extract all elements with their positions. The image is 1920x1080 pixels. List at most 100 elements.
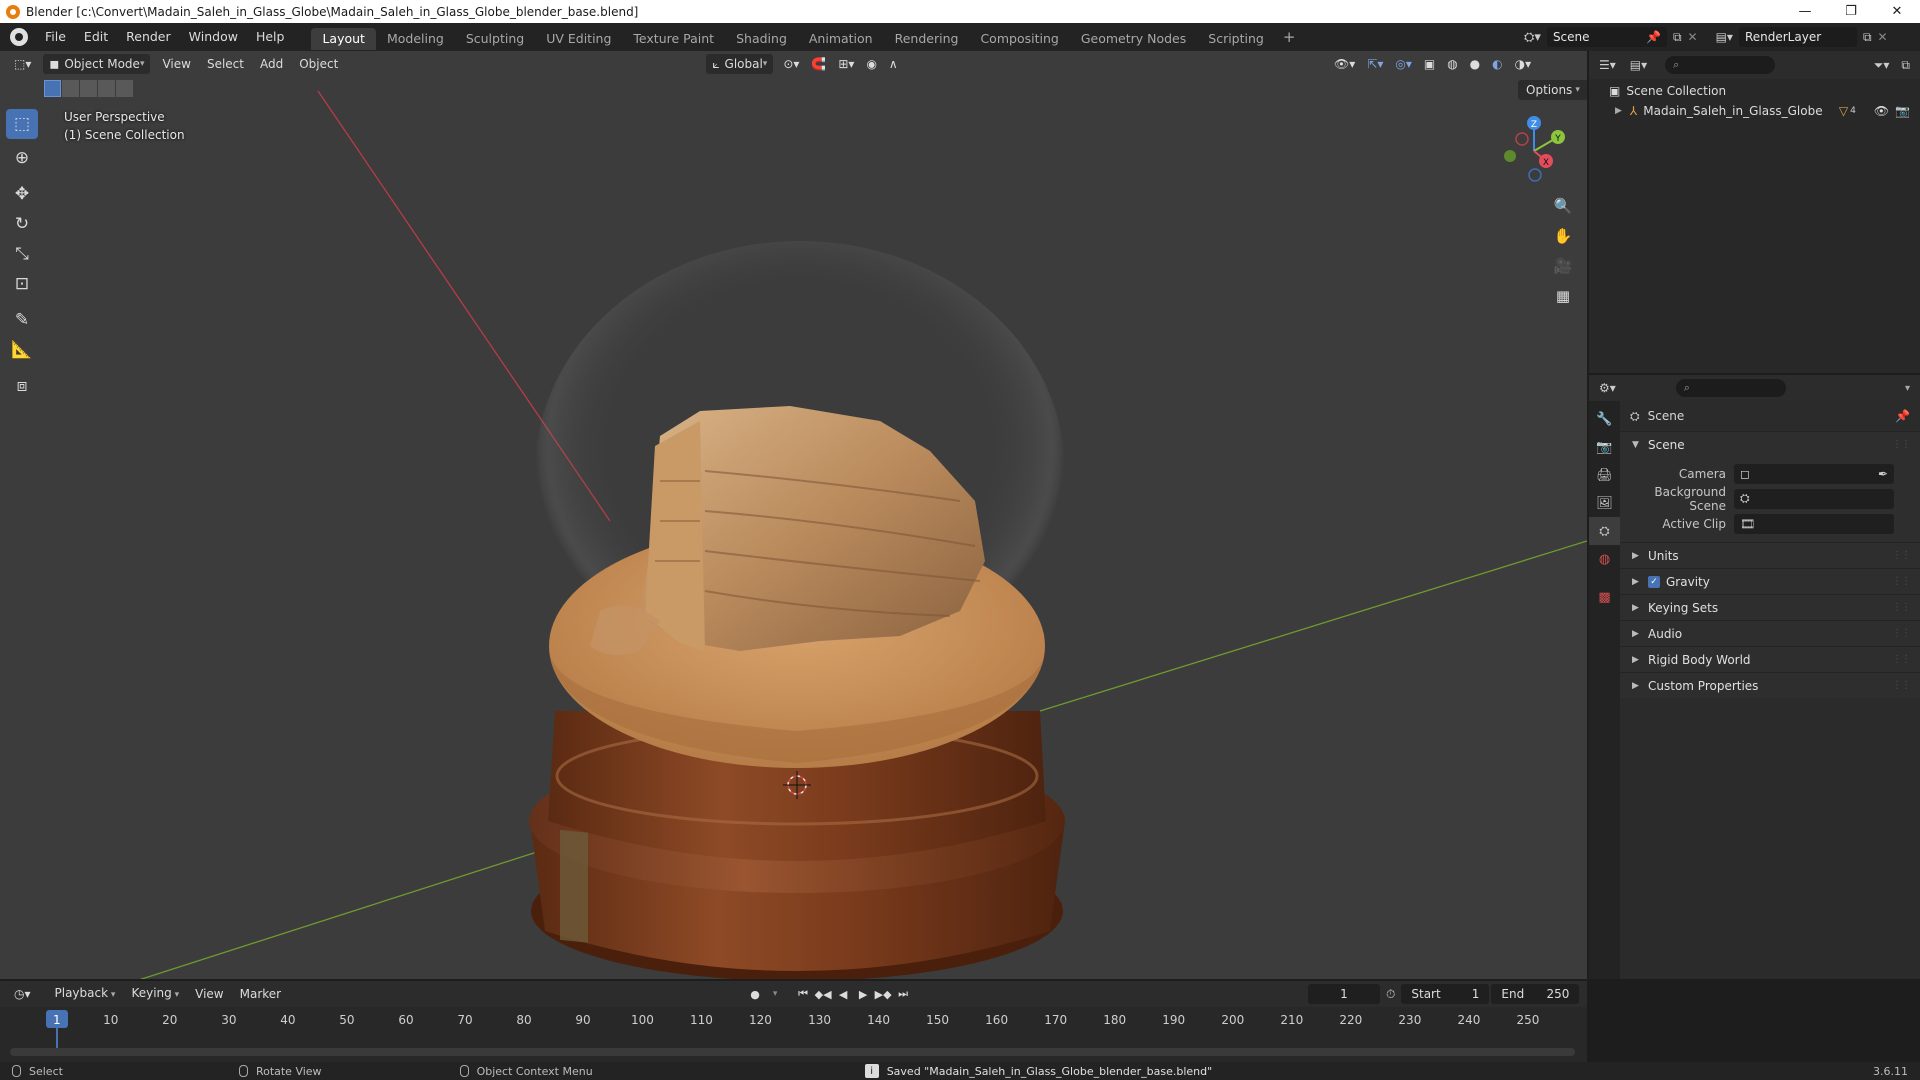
drag-grip-icon[interactable]: ⋮⋮ <box>1892 439 1911 450</box>
record-icon[interactable]: ● <box>745 984 765 1004</box>
snap-icon[interactable]: 🧲 <box>805 54 832 74</box>
select-invert-icon[interactable] <box>98 80 115 97</box>
wireframe-shading-icon[interactable]: ◍ <box>1441 54 1463 74</box>
camera-view-icon[interactable]: 🎥 <box>1550 253 1576 279</box>
view-layer-icon[interactable]: ▤▾ <box>1716 30 1733 44</box>
render-tab-icon[interactable]: 📷 <box>1589 433 1620 461</box>
new-collection-icon[interactable]: ⧉ <box>1901 58 1910 73</box>
jump-start-icon[interactable]: ⏮ <box>793 984 813 1004</box>
move-tool-icon[interactable]: ✥ <box>6 179 38 209</box>
filter-icon[interactable]: ⏷▾ <box>1874 58 1890 73</box>
proportional-edit-icon[interactable]: ◉ <box>860 54 882 74</box>
menu-add[interactable]: Add <box>252 54 291 74</box>
menu-playback[interactable]: Playback <box>47 983 124 1005</box>
scene-tab-icon[interactable]: ⛭ <box>1589 517 1620 545</box>
menu-window[interactable]: Window <box>180 23 247 51</box>
xray-icon[interactable]: ▣ <box>1418 54 1441 74</box>
texture-tab-icon[interactable]: ▩ <box>1589 583 1620 611</box>
panel-custom-properties[interactable]: ▶ Custom Properties ⋮⋮ <box>1620 672 1920 698</box>
render-camera-icon[interactable]: 📷 <box>1895 104 1910 118</box>
menu-select[interactable]: Select <box>199 54 252 74</box>
drag-grip-icon[interactable]: ⋮⋮ <box>1892 628 1911 639</box>
menu-marker[interactable]: Marker <box>232 984 289 1004</box>
measure-tool-icon[interactable]: 📐 <box>6 335 38 365</box>
drag-grip-icon[interactable]: ⋮⋮ <box>1892 680 1911 691</box>
jump-end-icon[interactable]: ⏭ <box>893 984 913 1004</box>
tab-modeling[interactable]: Modeling <box>376 28 455 50</box>
tab-scripting[interactable]: Scripting <box>1197 28 1275 50</box>
cursor-tool-icon[interactable]: ⊕ <box>6 143 38 173</box>
properties-options-icon[interactable]: ▾ <box>1905 383 1910 394</box>
tab-texture-paint[interactable]: Texture Paint <box>622 28 725 50</box>
panel-rigid-body-world[interactable]: ▶ Rigid Body World ⋮⋮ <box>1620 646 1920 672</box>
rendered-shading-icon[interactable]: ◑▾ <box>1509 54 1538 74</box>
panel-scene[interactable]: ▼ Scene ⋮⋮ <box>1620 431 1920 457</box>
view-layer-selector[interactable]: RenderLayer <box>1738 27 1857 47</box>
select-subtract-icon[interactable] <box>80 80 97 97</box>
menu-edit[interactable]: Edit <box>75 23 117 51</box>
outliner-row-scene-collection[interactable]: ▣ Scene Collection <box>1589 81 1920 101</box>
transform-orientation-selector[interactable]: ⟀ Global <box>706 54 774 74</box>
properties-pin-icon[interactable]: 📌 <box>1895 409 1910 423</box>
rotate-tool-icon[interactable]: ↻ <box>6 209 38 239</box>
overlay-toggle-icon[interactable]: ◎▾ <box>1389 54 1418 74</box>
menu-timeline-view[interactable]: View <box>187 984 231 1004</box>
end-frame-field[interactable]: End 250 <box>1491 984 1580 1004</box>
properties-editor-icon[interactable]: ⚙▾ <box>1599 381 1616 395</box>
play-reverse-icon[interactable]: ◀ <box>833 984 853 1004</box>
select-extend-icon[interactable] <box>62 80 79 97</box>
material-shading-icon[interactable]: ◐ <box>1486 54 1508 74</box>
annotate-tool-icon[interactable]: ✎ <box>6 305 38 335</box>
minimize-button[interactable]: — <box>1782 0 1828 23</box>
add-cube-tool-icon[interactable]: ⧈ <box>6 371 38 401</box>
tab-compositing[interactable]: Compositing <box>969 28 1069 50</box>
world-tab-icon[interactable]: ◍ <box>1589 545 1620 573</box>
current-frame-field[interactable]: 1 <box>1308 984 1380 1004</box>
display-mode-icon[interactable]: ▤▾ <box>1630 58 1647 72</box>
drag-grip-icon[interactable]: ⋮⋮ <box>1892 576 1911 587</box>
panel-audio[interactable]: ▶ Audio ⋮⋮ <box>1620 620 1920 646</box>
solid-shading-icon[interactable]: ● <box>1464 54 1486 74</box>
drag-grip-icon[interactable]: ⋮⋮ <box>1892 550 1911 561</box>
drag-grip-icon[interactable]: ⋮⋮ <box>1892 602 1911 613</box>
timeline-ruler[interactable]: 1 10 20 30 40 50 60 70 80 90 100 110 120 130 140 150 160… <box>0 1007 1587 1062</box>
tab-rendering[interactable]: Rendering <box>884 28 970 50</box>
close-button[interactable]: ✕ <box>1874 0 1920 23</box>
menu-view[interactable]: View <box>154 54 198 74</box>
view-layer-tab-icon[interactable]: 🖼 <box>1589 489 1620 517</box>
output-tab-icon[interactable]: 🖨 <box>1589 461 1620 489</box>
menu-keying[interactable]: Keying <box>123 983 187 1005</box>
expand-arrow-icon[interactable]: ▶ <box>1615 106 1622 116</box>
scene-icon[interactable]: ⛭▾ <box>1524 30 1541 45</box>
new-view-layer-icon[interactable]: ⧉ <box>1863 30 1872 45</box>
tab-animation[interactable]: Animation <box>798 28 884 50</box>
active-clip-field[interactable]: 🎞 <box>1734 513 1894 534</box>
gizmo-toggle-icon[interactable]: ⇱▾ <box>1361 54 1389 74</box>
panel-keying-sets[interactable]: ▶ Keying Sets ⋮⋮ <box>1620 594 1920 620</box>
menu-render[interactable]: Render <box>117 23 180 51</box>
scene-selector[interactable]: Scene 📌 <box>1546 27 1667 47</box>
select-box-tool-icon[interactable]: ⬚ <box>6 109 38 139</box>
gravity-checkbox[interactable]: ✓ <box>1648 575 1660 588</box>
panel-units[interactable]: ▶ Units ⋮⋮ <box>1620 542 1920 568</box>
menu-help[interactable]: Help <box>247 23 294 51</box>
play-icon[interactable]: ▶ <box>853 984 873 1004</box>
timeline-editor-icon[interactable]: ◷▾ <box>8 984 37 1004</box>
select-intersect-icon[interactable] <box>116 80 133 97</box>
record-options-icon[interactable]: ▾ <box>765 984 785 1004</box>
visibility-eye-icon[interactable]: 👁 <box>1874 104 1889 118</box>
clock-icon[interactable]: ⏱ <box>1386 987 1395 1002</box>
maximize-button[interactable]: ❐ <box>1828 0 1874 23</box>
navigation-gizmo[interactable]: Z Y X <box>1492 109 1576 193</box>
next-keyframe-icon[interactable]: ▶◆ <box>873 984 893 1004</box>
scale-tool-icon[interactable]: ⤡ <box>6 239 38 269</box>
tab-sculpting[interactable]: Sculpting <box>455 28 535 50</box>
start-frame-field[interactable]: Start 1 <box>1401 984 1490 1004</box>
prev-keyframe-icon[interactable]: ◆◀ <box>813 984 833 1004</box>
tab-shading[interactable]: Shading <box>725 28 798 50</box>
background-scene-field[interactable]: ⛭ <box>1734 488 1894 509</box>
panel-gravity[interactable]: ▶ ✓ Gravity ⋮⋮ <box>1620 568 1920 594</box>
tab-geometry-nodes[interactable]: Geometry Nodes <box>1070 28 1197 50</box>
pivot-point-icon[interactable]: ⊙▾ <box>777 54 805 74</box>
mode-selector[interactable]: ◼ Object Mode <box>43 54 151 74</box>
